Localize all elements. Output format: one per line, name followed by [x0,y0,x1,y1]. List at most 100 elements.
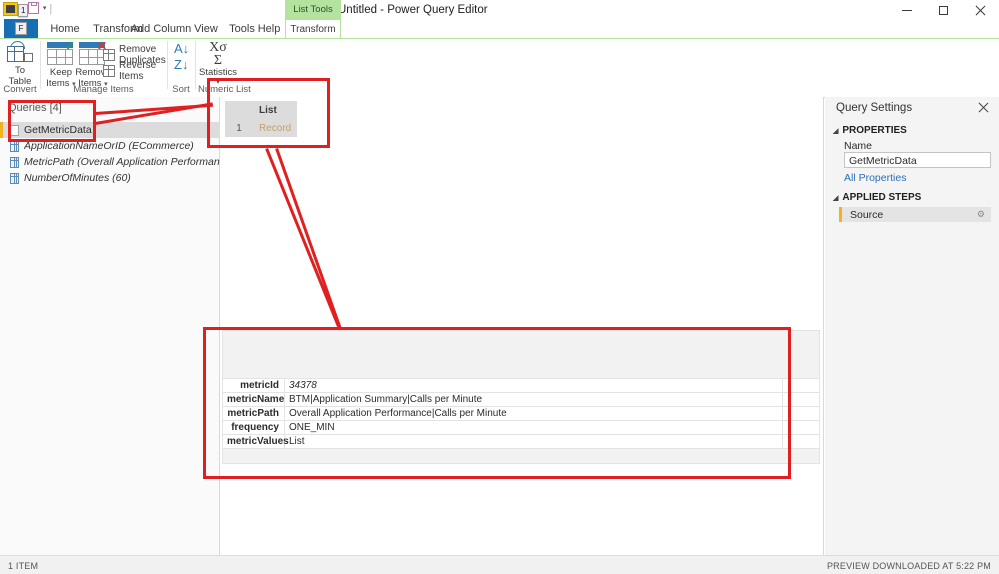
query-item-label: MetricPath (Overall Application Performa… [24,156,220,168]
power-query-editor-window: | ▾ | 1 Untitled - Power Query Editor F … [0,0,999,574]
query-table-icon [10,156,19,168]
tab-view[interactable]: View [186,19,226,38]
query-item-numberofminutes[interactable]: NumberOfMinutes (60) [0,170,220,186]
ribbon-group-manage-items: ✓ Keep Items ▾ ✕ Remove Items ▾ Remove D… [41,39,166,96]
applied-step-source[interactable]: Source ⚙ [839,207,991,222]
field-name: metricId [222,378,285,393]
sort-ascending-button[interactable]: A↓ [174,42,189,56]
applied-steps-section-label: APPLIED STEPS [842,192,922,203]
record-detail-footer [222,449,820,464]
table-header-row: List [225,101,298,119]
window-title: Untitled - Power Query Editor [338,4,488,16]
applied-step-label: Source [850,208,884,221]
record-detail-view: metricId 34378 metricName BTM|Applicatio… [222,330,820,464]
title-bar: | ▾ | 1 Untitled - Power Query Editor [0,0,999,20]
tab-add-column-label: Add Column [130,22,192,35]
field-value: 34378 [284,378,783,393]
properties-section-header[interactable]: ◢ PROPERTIES [833,125,907,136]
group-label-numeric-list: Numeric List [198,84,251,95]
statistics-icon: Χσ Σ [196,41,240,68]
query-list-icon [10,124,19,136]
ribbon-group-sort: A↓ Z↓ Sort [168,39,194,96]
field-name: metricPath [222,406,285,421]
query-table-icon [10,140,19,152]
table-row[interactable]: 1 Record [225,119,298,137]
row-index: 1 [225,119,253,137]
minimize-button[interactable] [888,0,925,21]
table-row: metricPath Overall Application Performan… [222,406,820,421]
ribbon: To Table Convert ✓ Keep Items ▾ ✕ Remove… [0,38,999,98]
statistics-sigma: Σ [213,53,223,68]
statistics-button[interactable]: Χσ Σ Statistics ▾ [196,41,240,87]
status-preview-timestamp: PREVIEW DOWNLOADED AT 5:22 PM [826,561,991,571]
field-name: metricValues [222,434,289,449]
save-icon[interactable] [27,2,40,16]
name-input[interactable]: GetMetricData [844,152,991,168]
field-pad [782,406,820,421]
tab-home-label: Home [50,22,80,35]
sort-descending-icon: Z↓ [174,57,189,72]
to-table-label-line1: To [14,65,26,76]
to-table-button[interactable]: To Table [0,41,42,87]
query-item-getmetricdata[interactable]: GetMetricData [0,122,220,138]
query-item-label: GetMetricData [24,124,92,136]
properties-section-label: PROPERTIES [842,125,907,136]
record-fields-table: metricId 34378 metricName BTM|Applicatio… [222,378,820,449]
query-table-icon [10,172,19,184]
query-item-metricpath[interactable]: MetricPath (Overall Application Performa… [0,154,220,170]
file-tab-keytip: F [14,22,28,35]
tab-home[interactable]: Home [42,19,88,38]
field-name: frequency [222,420,285,435]
list-column-header: List [253,101,298,119]
tab-list-tools-transform[interactable]: Transform [285,19,341,39]
customize-qat-arrow-icon[interactable]: ▾ [43,2,47,16]
status-bar: 1 ITEM PREVIEW DOWNLOADED AT 5:22 PM [0,555,999,574]
field-pad [782,434,820,449]
contextual-tab-label: Transform [290,24,336,35]
sort-ascending-icon: A↓ [174,41,190,56]
queries-pane: Queries [4] GetMetricData ApplicationNam… [0,97,220,555]
reverse-items-icon [103,64,116,78]
applied-steps-section-header[interactable]: ◢ APPLIED STEPS [833,192,921,203]
field-pad [782,420,820,435]
to-table-icon [7,41,33,65]
qat-divider-2: | [49,3,53,15]
tab-help[interactable]: Help [252,19,286,38]
table-row: metricValues List [222,434,820,449]
field-value: ONE_MIN [284,420,783,435]
tab-file[interactable]: F [4,19,38,38]
field-value: BTM|Application Summary|Calls per Minute [284,392,783,407]
reverse-items-button[interactable]: Reverse Items [103,60,166,82]
sort-descending-button[interactable]: Z↓ [174,58,188,72]
field-pad [782,378,820,393]
query-item-label: NumberOfMinutes (60) [24,172,131,184]
window-controls [888,0,999,21]
gear-icon[interactable]: ⚙ [977,209,985,220]
contextual-group-list-tools: List Tools [285,0,341,19]
record-link[interactable]: Record [253,119,298,137]
reverse-items-label: Reverse Items [119,60,157,82]
table-row: metricName BTM|Application Summary|Calls… [222,392,820,407]
ribbon-group-convert: To Table Convert [0,39,40,96]
field-value[interactable]: List [284,434,783,449]
field-pad [782,392,820,407]
close-button[interactable] [962,0,999,21]
group-label-convert: Convert [3,84,37,95]
contextual-group-label: List Tools [293,4,333,15]
queries-pane-header: Queries [4] [8,102,62,114]
status-item-count: 1 ITEM [8,561,39,571]
maximize-button[interactable] [925,0,962,21]
power-query-app-icon [3,2,18,16]
preview-pane [220,97,824,555]
group-label-sort: Sort [172,84,190,95]
query-item-applicationnameorid[interactable]: ApplicationNameOrID (ECommerce) [0,138,220,154]
all-properties-link[interactable]: All Properties [844,172,906,184]
table-row: metricId 34378 [222,378,820,393]
name-field-label: Name [844,140,873,152]
query-settings-pane: Query Settings ◢ PROPERTIES Name GetMetr… [825,97,999,555]
expander-triangle-icon: ◢ [833,127,839,135]
close-icon[interactable] [978,102,989,113]
record-detail-spacer [222,330,820,378]
list-preview-table: List 1 Record [225,101,298,137]
ribbon-tab-strip: F Home H Transform T Add Column A View W… [0,0,999,60]
